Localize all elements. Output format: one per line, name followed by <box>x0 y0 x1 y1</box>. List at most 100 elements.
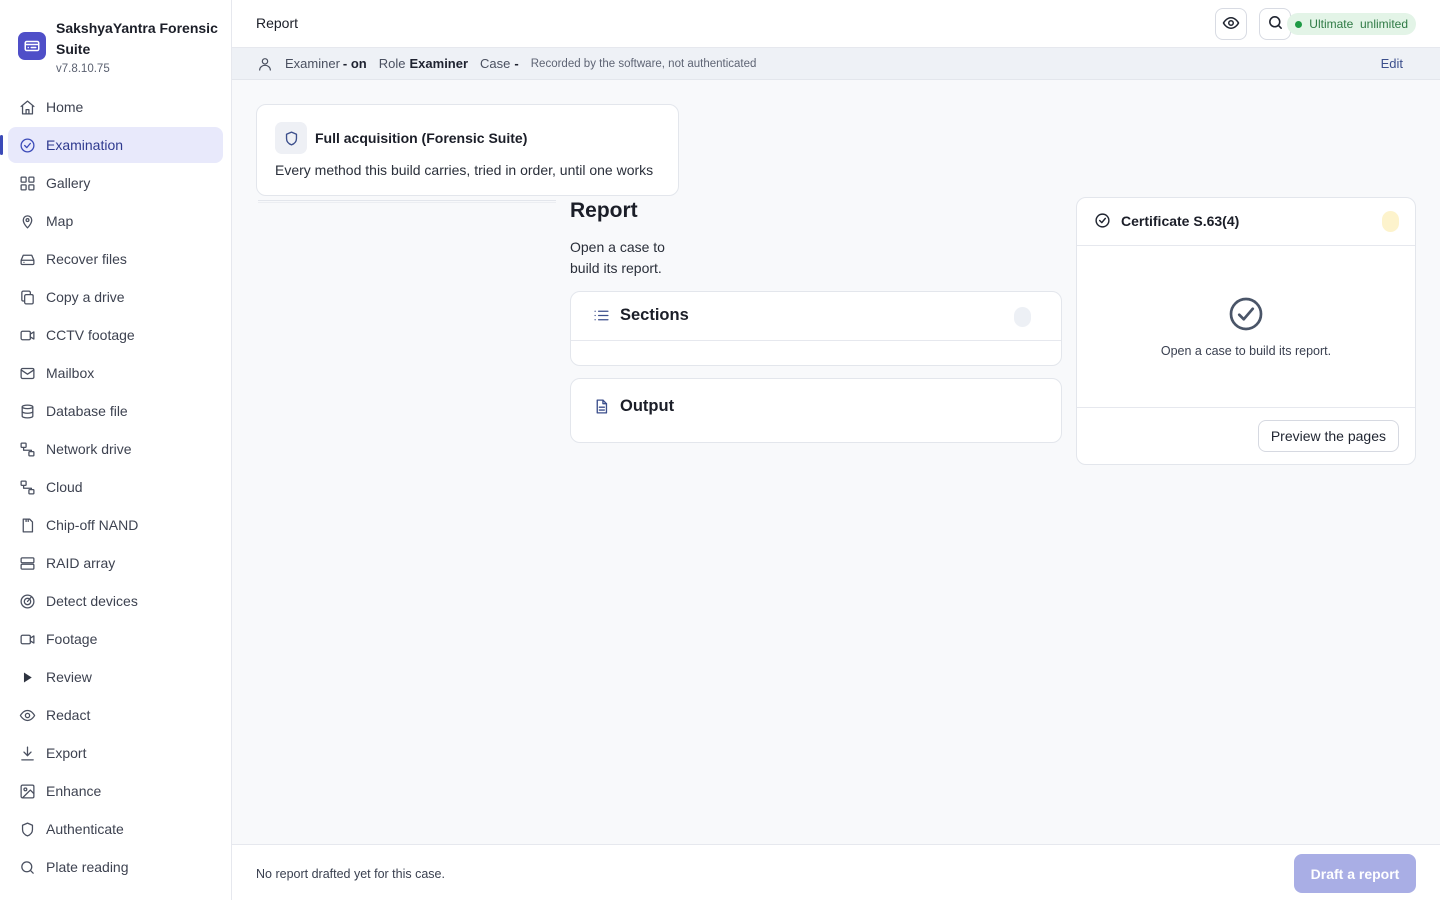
sidebar: SakshyaYantra Forensic Suite v7.8.10.75 … <box>0 0 232 900</box>
report-subtitle: Open a case to build its report. <box>570 239 665 276</box>
output-panel[interactable]: Output <box>570 378 1062 443</box>
list-icon <box>592 307 610 325</box>
sidebar-item-cctv-footage[interactable]: CCTV footage <box>8 317 223 353</box>
eye-icon <box>18 706 36 724</box>
sidebar-item-label: Network drive <box>46 441 132 457</box>
copy-icon <box>18 288 36 306</box>
sidebar-item-footage[interactable]: Footage <box>8 621 223 657</box>
download-icon <box>18 744 36 762</box>
sidebar-item-label: Database file <box>46 403 128 419</box>
acquisition-description: Every method this build carries, tried i… <box>275 162 654 178</box>
case-value: - <box>514 56 519 71</box>
sidebar-item-label: Gallery <box>46 175 91 191</box>
edit-link[interactable]: Edit <box>1381 56 1403 71</box>
license-badge: Ultimate unlimited <box>1287 13 1416 35</box>
sidebar-item-label: Mailbox <box>46 365 95 381</box>
sections-panel[interactable]: Sections <box>570 291 1062 366</box>
sidebar-item-cloud[interactable]: Cloud <box>8 469 223 505</box>
sidebar-item-gallery[interactable]: Gallery <box>8 165 223 201</box>
case-label: Case <box>480 56 511 71</box>
sidebar-item-examination[interactable]: Examination <box>0 127 223 163</box>
sidebar-item-raid-array[interactable]: RAID array <box>8 545 223 581</box>
image-icon <box>18 782 36 800</box>
output-title: Output <box>620 397 675 415</box>
document-icon <box>592 398 610 416</box>
sidebar-item-home[interactable]: Home <box>8 89 223 125</box>
sidebar-item-label: CCTV footage <box>46 327 135 343</box>
mail-icon <box>18 364 36 382</box>
top-bar: Report Ultimate unlimited <box>232 0 1440 48</box>
search-button[interactable] <box>1259 8 1291 40</box>
play-icon <box>18 668 36 686</box>
sidebar-item-label: Enhance <box>46 783 102 799</box>
sidebar-item-enhance[interactable]: Enhance <box>8 773 223 809</box>
license-label: Ultimate unlimited <box>1309 17 1408 31</box>
report-heading: Report <box>570 199 638 222</box>
certificate-empty-message: Open a case to build its report. <box>1160 344 1332 358</box>
examiner-label: Examiner <box>285 56 340 71</box>
sidebar-item-map[interactable]: Map <box>8 203 223 239</box>
divider <box>571 340 1061 341</box>
shield-icon <box>18 820 36 838</box>
sections-title: Sections <box>620 306 689 324</box>
preview-pages-button[interactable]: Preview the pages <box>1257 420 1399 452</box>
sidebar-item-label: Footage <box>46 631 98 647</box>
certificate-title: Certificate S.63(4) <box>1121 212 1240 229</box>
sidebar-item-database-file[interactable]: Database file <box>8 393 223 429</box>
brand: SakshyaYantra Forensic Suite v7.8.10.75 <box>18 18 222 75</box>
view-button[interactable] <box>1215 8 1247 40</box>
app-logo-icon <box>18 32 46 60</box>
network-icon <box>18 440 36 458</box>
sidebar-item-label: Redact <box>46 707 91 723</box>
app-name: SakshyaYantra Forensic Suite <box>56 20 218 57</box>
sidebar-item-authenticate[interactable]: Authenticate <box>8 811 223 847</box>
sidebar-item-label: Plate reading <box>46 859 129 875</box>
sidebar-item-label: Home <box>46 99 84 115</box>
sidebar-item-label: Copy a drive <box>46 289 125 305</box>
acquisition-card[interactable]: Full acquisition (Forensic Suite) Every … <box>256 104 679 196</box>
footer-status: No report drafted yet for this case. <box>256 867 445 881</box>
check-circle-icon <box>1094 212 1111 229</box>
eye-icon <box>1222 14 1240 35</box>
divider <box>1077 245 1415 246</box>
sidebar-item-detect-devices[interactable]: Detect devices <box>8 583 223 619</box>
page-title: Report <box>256 15 299 31</box>
search-icon <box>18 858 36 876</box>
shield-icon <box>275 122 307 154</box>
chip-icon <box>18 516 36 534</box>
server-icon <box>18 554 36 572</box>
sidebar-item-chip-off-nand[interactable]: Chip-off NAND <box>8 507 223 543</box>
sidebar-item-review[interactable]: Review <box>8 659 223 695</box>
sidebar-item-label: Review <box>46 669 92 685</box>
role-value: Examiner <box>409 56 469 71</box>
certificate-panel: Certificate S.63(4) Open a case to build… <box>1076 197 1416 465</box>
draft-report-button[interactable]: Draft a report <box>1294 854 1416 893</box>
sidebar-item-copy-a-drive[interactable]: Copy a drive <box>8 279 223 315</box>
sidebar-item-recover-files[interactable]: Recover files <box>8 241 223 277</box>
network-icon <box>18 478 36 496</box>
app-version: v7.8.10.75 <box>56 63 110 75</box>
status-dot-icon <box>1295 20 1303 28</box>
sidebar-item-plate-reading[interactable]: Plate reading <box>8 849 223 885</box>
sidebar-nav: Home Examination Gallery Map Recover fil… <box>0 89 223 887</box>
drive-icon <box>18 250 36 268</box>
sections-count-badge <box>1014 307 1031 327</box>
sidebar-item-mailbox[interactable]: Mailbox <box>8 355 223 391</box>
video-icon <box>18 326 36 344</box>
sidebar-item-label: Cloud <box>46 479 83 495</box>
recording-note: Recorded by the software, not authentica… <box>530 57 757 70</box>
examiner-value: - on <box>342 56 367 71</box>
acquisition-title: Full acquisition (Forensic Suite) <box>315 130 528 146</box>
grid-icon <box>18 174 36 192</box>
home-icon <box>18 98 36 116</box>
sidebar-item-network-drive[interactable]: Network drive <box>8 431 223 467</box>
user-icon <box>257 56 273 72</box>
sidebar-item-export[interactable]: Export <box>8 735 223 771</box>
sidebar-item-redact[interactable]: Redact <box>8 697 223 733</box>
divider <box>258 200 556 203</box>
database-icon <box>18 402 36 420</box>
certificate-status-badge <box>1382 211 1399 232</box>
map-pin-icon <box>18 212 36 230</box>
sidebar-item-label: Chip-off NAND <box>46 517 139 533</box>
sidebar-item-label: RAID array <box>46 555 116 571</box>
